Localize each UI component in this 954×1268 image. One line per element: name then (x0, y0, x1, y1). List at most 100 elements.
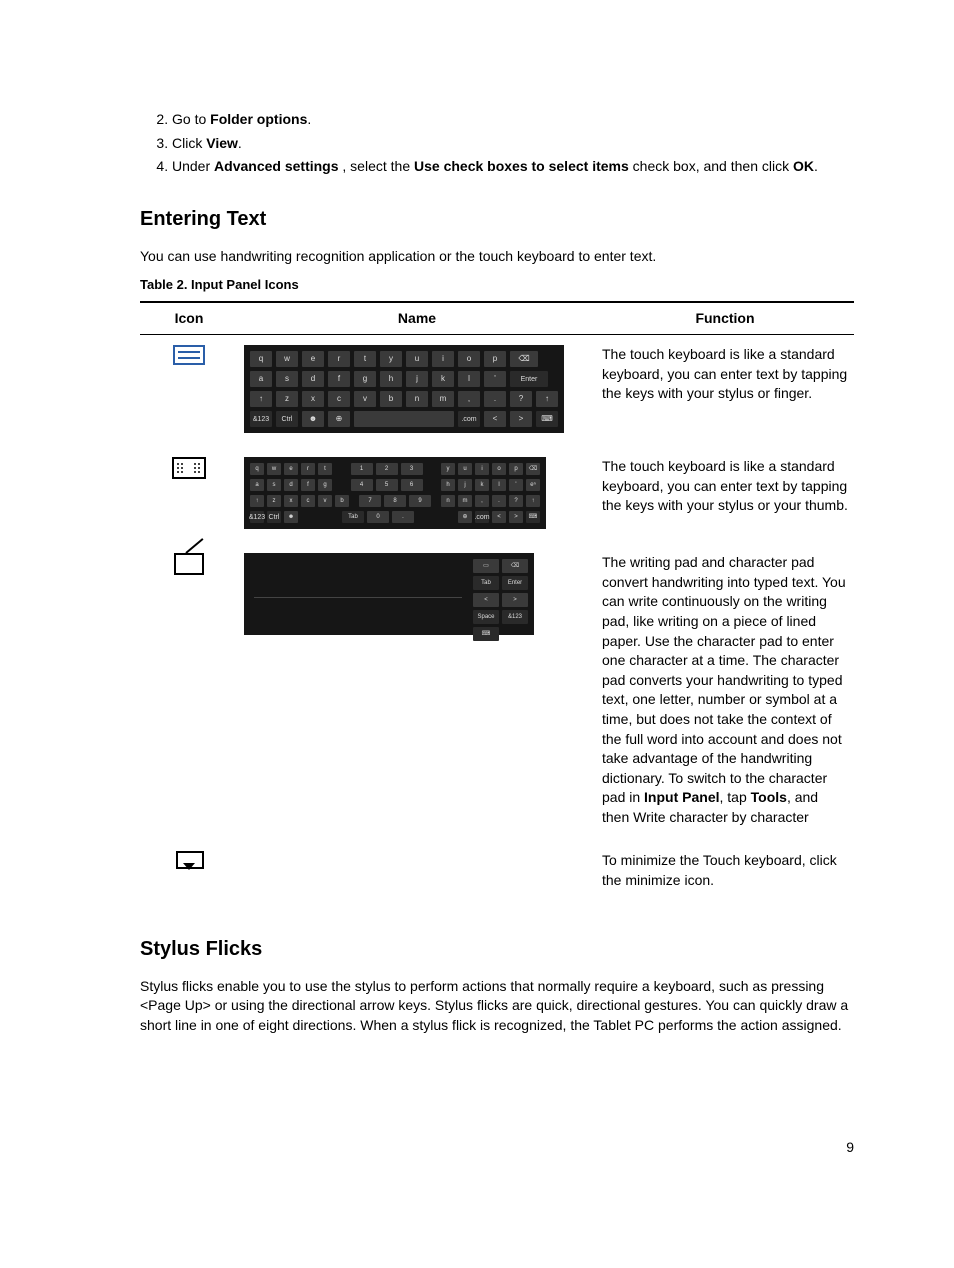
key: m (458, 495, 472, 507)
key: ↑ (250, 495, 264, 507)
key: y (441, 463, 455, 475)
key: ⌨ (473, 627, 499, 641)
key: > (510, 411, 532, 427)
key: &123 (250, 511, 264, 523)
key: a (250, 479, 264, 491)
heading-stylus-flicks: Stylus Flicks (140, 935, 854, 963)
key: h (380, 371, 402, 387)
key: k (432, 371, 454, 387)
key: ' (484, 371, 506, 387)
split-keyboard-graphic: qwert 123 yuiop⌫ asdfg 456 hjkl'eⁿ ↑zxcv… (244, 457, 546, 529)
key: ? (509, 495, 523, 507)
key: 8 (384, 495, 406, 507)
key: t (354, 351, 376, 367)
key: z (267, 495, 281, 507)
text: check box, and then click (629, 158, 793, 174)
key: 9 (409, 495, 431, 507)
key: w (276, 351, 298, 367)
table-row: ▭⌫TabEnter<>Space&123⌨ The writing pad a… (140, 543, 854, 841)
bold: Input Panel (644, 789, 719, 805)
key: 5 (376, 479, 398, 491)
key: 1 (351, 463, 373, 475)
key: ? (510, 391, 532, 407)
key: s (267, 479, 281, 491)
text: , select the (339, 158, 414, 174)
function-text: The touch keyboard is like a standard ke… (596, 335, 854, 448)
bold: Folder options (210, 111, 307, 127)
key: ⌨ (536, 411, 558, 427)
key: 0 (367, 511, 389, 523)
key: ↑ (526, 495, 540, 507)
key: 3 (401, 463, 423, 475)
key: a (250, 371, 272, 387)
bold: Use check boxes to select items (414, 158, 629, 174)
key: o (458, 351, 480, 367)
key: x (284, 495, 298, 507)
key: . (484, 391, 506, 407)
keyboard-icon (173, 345, 205, 365)
key: c (301, 495, 315, 507)
key: r (328, 351, 350, 367)
key: > (509, 511, 523, 523)
entering-text-lead: You can use handwriting recognition appl… (140, 247, 854, 267)
writing-pad-graphic: ▭⌫TabEnter<>Space&123⌨ (244, 553, 534, 635)
key: b (335, 495, 349, 507)
key: < (473, 593, 499, 607)
function-text: The touch keyboard is like a standard ke… (596, 447, 854, 543)
key: f (328, 371, 350, 387)
key: ⌨ (526, 511, 540, 523)
key: j (458, 479, 472, 491)
key: i (432, 351, 454, 367)
th-icon: Icon (140, 302, 238, 335)
table-row: qwert 123 yuiop⌫ asdfg 456 hjkl'eⁿ ↑zxcv… (140, 447, 854, 543)
key: n (441, 495, 455, 507)
key: < (492, 511, 506, 523)
key: , (458, 391, 480, 407)
key: e (302, 351, 324, 367)
page-number: 9 (846, 1138, 854, 1158)
text: Go to (172, 111, 210, 127)
text: . (238, 135, 242, 151)
key: 6 (401, 479, 423, 491)
text: The writing pad and character pad conver… (602, 554, 846, 805)
table-row: qwertyuiop⌫ asdfghjkl'Enter ↑zxcvbnm,.?↑… (140, 335, 854, 448)
bold: OK (793, 158, 814, 174)
key: p (509, 463, 523, 475)
key: ⊕ (328, 411, 350, 427)
key: b (380, 391, 402, 407)
function-text: The writing pad and character pad conver… (596, 543, 854, 841)
key: ▭ (473, 559, 499, 573)
page: Go to Folder options. Click View. Under … (0, 0, 954, 1268)
th-name: Name (238, 302, 596, 335)
key: y (380, 351, 402, 367)
step-4: Under Advanced settings , select the Use… (172, 157, 854, 177)
key: d (302, 371, 324, 387)
text: Under (172, 158, 214, 174)
touch-keyboard-graphic: qwertyuiop⌫ asdfghjkl'Enter ↑zxcvbnm,.?↑… (244, 345, 564, 433)
key: ' (509, 479, 523, 491)
key: Tab (473, 576, 499, 590)
step-3: Click View. (172, 134, 854, 154)
key: Tab (342, 511, 364, 523)
table-caption: Table 2. Input Panel Icons (140, 276, 854, 294)
key: .com (458, 411, 480, 427)
key: h (441, 479, 455, 491)
text: , tap (720, 789, 751, 805)
key: x (302, 391, 324, 407)
key: c (328, 391, 350, 407)
split-keyboard-icon (172, 457, 206, 479)
key: v (318, 495, 332, 507)
key (354, 411, 454, 427)
key: ☻ (284, 511, 298, 523)
key: > (502, 593, 528, 607)
key: q (250, 463, 264, 475)
key: . (492, 495, 506, 507)
key: ⌫ (510, 351, 538, 367)
input-panel-icons-table: Icon Name Function qwertyuiop⌫ asdfghjkl… (140, 301, 854, 905)
key: 7 (359, 495, 381, 507)
table-row: To minimize the Touch keyboard, click th… (140, 841, 854, 904)
key: Enter (502, 576, 528, 590)
key: l (458, 371, 480, 387)
step-2: Go to Folder options. (172, 110, 854, 130)
bold: Advanced settings (214, 158, 338, 174)
